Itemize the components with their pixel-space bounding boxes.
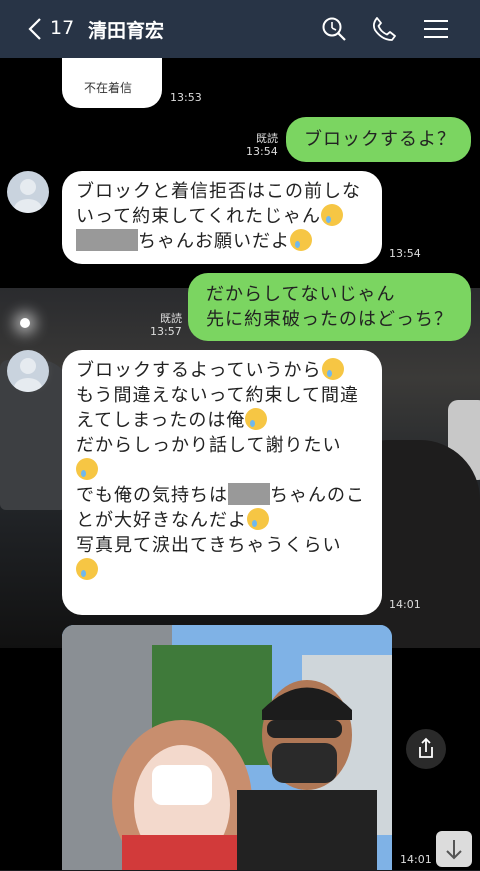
message-line: [76, 458, 98, 483]
search-icon[interactable]: [320, 15, 348, 43]
redacted-name: [76, 229, 138, 251]
contact-name: 清田育宏: [88, 20, 165, 42]
message-line: もう間違えないって約束して間違: [76, 385, 360, 406]
message-time: 13:54: [389, 247, 421, 260]
scroll-to-bottom-button[interactable]: [436, 831, 472, 867]
menu-icon[interactable]: [422, 15, 450, 43]
read-receipt: 既読: [256, 132, 278, 145]
avatar[interactable]: [7, 350, 49, 392]
message-line: とが大好きなんだよ: [76, 508, 269, 533]
message-line: だからしっかり話して謝りたい: [76, 435, 342, 456]
crying-face-emoji-icon: [247, 508, 269, 530]
message-line: [76, 558, 98, 583]
message-time: 14:01: [389, 598, 421, 611]
message-line: ブロックするよっていうから: [76, 358, 344, 383]
missed-call-bubble[interactable]: 不在着信: [62, 58, 162, 108]
message-line: ブロックと着信拒否はこの前しな: [76, 181, 361, 202]
avatar[interactable]: [7, 171, 49, 213]
chat-header: 17 清田育宏: [0, 0, 480, 58]
background-light: [20, 318, 30, 328]
unread-count[interactable]: 17: [50, 17, 74, 39]
message-line: 先に約束破ったのはどっち？: [206, 309, 453, 330]
message-time: 13:53: [170, 91, 202, 104]
selfie-photo: [62, 625, 392, 870]
crying-face-emoji-icon: [76, 558, 98, 580]
missed-call-label: 不在着信: [84, 81, 133, 95]
message-time: 13:54: [246, 145, 278, 158]
message-line: でも俺の気持ちは ちゃんのこ: [76, 483, 365, 506]
back-chevron-icon[interactable]: [24, 16, 48, 42]
arrow-down-icon: [446, 840, 462, 860]
sent-message-bubble[interactable]: だからしてないじゃん 先に約束破ったのはどっち？: [188, 273, 471, 341]
message-time: 14:01: [400, 853, 432, 866]
crying-face-emoji-icon: [321, 204, 344, 226]
received-message-bubble[interactable]: ブロックと着信拒否はこの前しな いって約束してくれたじゃん ちゃんお願いだよ: [62, 171, 382, 264]
sent-message-bubble[interactable]: ブロックするよ？: [286, 117, 471, 162]
phone-icon[interactable]: [370, 15, 398, 43]
message-line: 写真見て涙出てきちゃうくらい: [76, 535, 342, 556]
received-message-bubble[interactable]: ブロックするよっていうから もう間違えないって約束して間違 えてしまったのは俺 …: [62, 350, 382, 615]
share-icon: [419, 737, 433, 758]
user-placeholder-icon: [14, 179, 42, 213]
message-line: えてしまったのは俺: [76, 408, 268, 433]
message-line: ちゃんお願いだよ: [76, 229, 312, 254]
confounded-face-emoji-icon: [321, 358, 344, 380]
crying-face-emoji-icon: [76, 458, 98, 480]
message-line: いって約束してくれたじゃん: [76, 204, 344, 229]
photo-message[interactable]: [62, 625, 392, 870]
message-text: ブロックするよ？: [304, 129, 456, 150]
message-time: 13:57: [150, 325, 182, 338]
redacted-name: [228, 483, 270, 505]
read-receipt: 既読: [160, 312, 182, 325]
crying-face-emoji-icon: [245, 408, 268, 430]
user-placeholder-icon: [14, 358, 42, 392]
share-button[interactable]: [406, 729, 446, 769]
message-line: だからしてないじゃん: [206, 284, 396, 305]
crying-face-emoji-icon: [290, 229, 312, 251]
